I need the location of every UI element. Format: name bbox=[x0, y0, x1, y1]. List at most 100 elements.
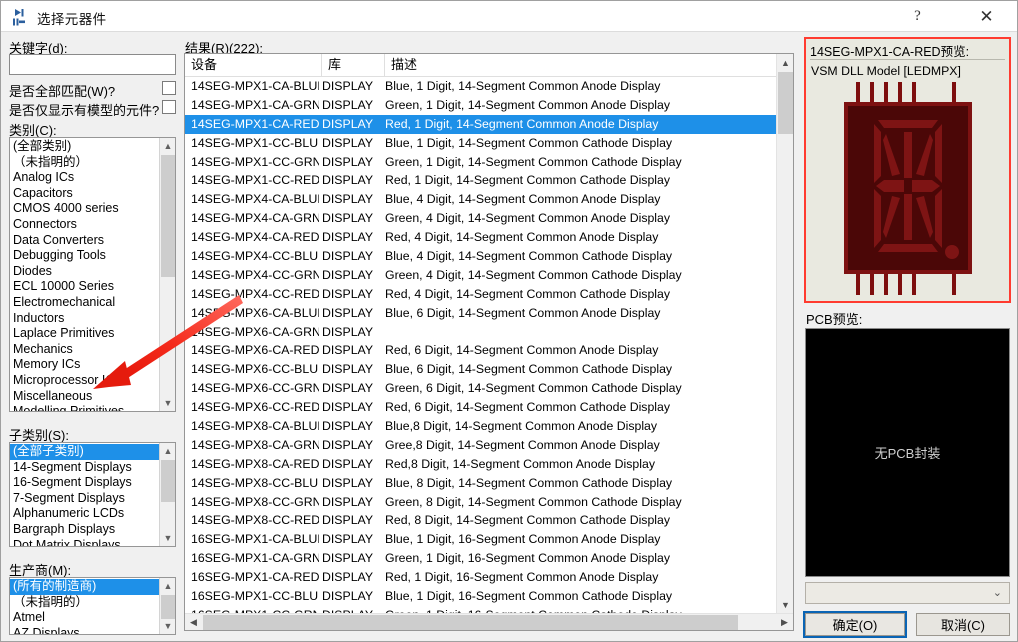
scroll-up-icon[interactable]: ▲ bbox=[160, 443, 175, 459]
table-row[interactable]: 14SEG-MPX1-CA-BLUE DISPLAY Blue, 1 Digit, … bbox=[185, 77, 778, 96]
scroll-up-icon[interactable]: ▲ bbox=[160, 138, 175, 154]
column-header-library[interactable]: 库 bbox=[322, 54, 385, 76]
category-item[interactable]: ECL 10000 Series bbox=[10, 279, 159, 295]
close-button[interactable]: ✕ bbox=[964, 1, 1009, 32]
table-row[interactable]: 14SEG-MPX4-CC-RED DISPLAY Red, 4 Digit, 14… bbox=[185, 285, 778, 304]
scroll-up-icon[interactable]: ▲ bbox=[160, 578, 175, 594]
category-item[interactable]: Debugging Tools bbox=[10, 248, 159, 264]
scrollbar-thumb[interactable] bbox=[161, 460, 175, 502]
category-listbox[interactable]: (全部类别) （未指明的） Analog ICs Capacitors CMOS 400… bbox=[9, 137, 176, 412]
table-row[interactable]: 14SEG-MPX8-CA-BLUE DISPLAY Blue,8 Digit, 1… bbox=[185, 417, 778, 436]
category-item[interactable]: Electromechanical bbox=[10, 295, 159, 311]
subcategory-item[interactable]: 14-Segment Displays bbox=[10, 460, 159, 476]
scrollbar-thumb[interactable] bbox=[203, 615, 738, 630]
scrollbar-thumb[interactable] bbox=[161, 155, 175, 277]
table-row[interactable]: 14SEG-MPX8-CC-RED DISPLAY Red, 8 Digit, 14… bbox=[185, 511, 778, 530]
table-row[interactable]: 14SEG-MPX6-CA-GRN DISPLAY bbox=[185, 323, 778, 342]
cell-device: 14SEG-MPX1-CA-RED bbox=[191, 116, 319, 131]
table-row[interactable]: 14SEG-MPX1-CC-RED DISPLAY Red, 1 Digit, 14… bbox=[185, 171, 778, 190]
table-row[interactable]: 14SEG-MPX1-CC-GRN DISPLAY Green, 1 Digit, … bbox=[185, 153, 778, 172]
manufacturer-listbox[interactable]: (所有的制造商)（未指明的）AtmelAZ DisplaysBatron ▲ ▼ bbox=[9, 577, 176, 635]
category-item[interactable]: Memory ICs bbox=[10, 357, 159, 373]
match-all-checkbox[interactable] bbox=[162, 81, 176, 95]
category-item[interactable]: Inductors bbox=[10, 311, 159, 327]
category-item[interactable]: Diodes bbox=[10, 264, 159, 280]
cell-library: DISPLAY bbox=[322, 419, 374, 434]
table-row[interactable]: 14SEG-MPX8-CA-RED DISPLAY Red,8 Digit, 14-… bbox=[185, 455, 778, 474]
subcategory-item[interactable]: (全部子类别) bbox=[10, 444, 159, 460]
results-horizontal-scrollbar[interactable]: ◀ ▶ bbox=[185, 613, 793, 630]
manufacturer-item[interactable]: (所有的制造商) bbox=[10, 579, 159, 595]
subcategory-item[interactable]: Bargraph Displays bbox=[10, 522, 159, 538]
category-item[interactable]: (全部类别) bbox=[10, 139, 159, 155]
table-row[interactable]: 14SEG-MPX8-CA-GRN DISPLAY Gree,8 Digit, 14… bbox=[185, 436, 778, 455]
cell-description: Gree,8 Digit, 14-Segment Common Anode Di… bbox=[385, 437, 660, 452]
table-row[interactable]: 14SEG-MPX4-CA-RED DISPLAY Red, 4 Digit, 14… bbox=[185, 228, 778, 247]
cancel-button[interactable]: 取消(C) bbox=[916, 613, 1010, 636]
results-listview[interactable]: 设备 库 描述 14SEG-MPX1-CA-BLUE DISPLAY Blue, 1… bbox=[184, 53, 794, 631]
subcategory-scrollbar[interactable]: ▲ ▼ bbox=[159, 443, 175, 546]
scroll-down-icon[interactable]: ▼ bbox=[777, 596, 793, 613]
table-row[interactable]: 14SEG-MPX8-CC-GRN DISPLAY Green, 8 Digit, … bbox=[185, 493, 778, 512]
subcategory-item[interactable]: Dot Matrix Displays bbox=[10, 538, 159, 546]
cell-library: DISPLAY bbox=[322, 116, 374, 131]
category-item[interactable]: （未指明的） bbox=[10, 155, 159, 171]
table-row[interactable]: 14SEG-MPX6-CA-RED DISPLAY Red, 6 Digit, 14… bbox=[185, 341, 778, 360]
table-row[interactable]: 14SEG-MPX6-CC-BLUE DISPLAY Blue, 6 Digit, … bbox=[185, 360, 778, 379]
ok-button[interactable]: 确定(O) bbox=[803, 611, 907, 638]
table-row[interactable]: 16SEG-MPX1-CA-BLUE DISPLAY Blue, 1 Digit, … bbox=[185, 530, 778, 549]
table-row[interactable]: 14SEG-MPX6-CC-GRN DISPLAY Green, 6 Digit, … bbox=[185, 379, 778, 398]
cell-description: Blue, 4 Digit, 14-Segment Common Anode D… bbox=[385, 192, 661, 207]
manufacturer-item[interactable]: Atmel bbox=[10, 610, 159, 626]
table-row[interactable]: 14SEG-MPX4-CA-GRN DISPLAY Green, 4 Digit, … bbox=[185, 209, 778, 228]
category-item[interactable]: Connectors bbox=[10, 217, 159, 233]
table-row[interactable]: 14SEG-MPX1-CA-GRN DISPLAY Green, 1 Digit, … bbox=[185, 96, 778, 115]
column-header-device[interactable]: 设备 bbox=[185, 54, 322, 76]
table-row[interactable]: 14SEG-MPX6-CC-RED DISPLAY Red, 6 Digit, 14… bbox=[185, 398, 778, 417]
scroll-down-icon[interactable]: ▼ bbox=[160, 618, 175, 634]
scrollbar-thumb[interactable] bbox=[161, 595, 175, 619]
table-row[interactable]: 16SEG-MPX1-CA-GRN DISPLAY Green, 1 Digit, … bbox=[185, 549, 778, 568]
table-row[interactable]: 14SEG-MPX4-CC-GRN DISPLAY Green, 4 Digit, … bbox=[185, 266, 778, 285]
scroll-down-icon[interactable]: ▼ bbox=[160, 395, 175, 411]
category-item[interactable]: Data Converters bbox=[10, 233, 159, 249]
table-row[interactable]: 14SEG-MPX1-CC-BLUE DISPLAY Blue, 1 Digit, … bbox=[185, 134, 778, 153]
manufacturer-scrollbar[interactable]: ▲ ▼ bbox=[159, 578, 175, 634]
table-row[interactable]: 14SEG-MPX1-CA-RED DISPLAY Red, 1 Digit, 14… bbox=[185, 114, 778, 134]
subcategory-item[interactable]: 16-Segment Displays bbox=[10, 475, 159, 491]
cell-library: DISPLAY bbox=[322, 589, 374, 604]
package-select[interactable]: ⌄ bbox=[805, 582, 1010, 604]
table-row[interactable]: 14SEG-MPX6-CA-BLUE DISPLAY Blue, 6 Digit, … bbox=[185, 304, 778, 323]
category-item[interactable]: Modelling Primitives bbox=[10, 404, 159, 411]
table-row[interactable]: 14SEG-MPX4-CC-BLUE DISPLAY Blue, 4 Digit, … bbox=[185, 247, 778, 266]
subcategory-listbox[interactable]: (全部子类别) 14-Segment Displays 16-Segment Dis… bbox=[9, 442, 176, 547]
category-item[interactable]: Capacitors bbox=[10, 186, 159, 202]
chevron-down-icon[interactable]: ⌄ bbox=[993, 586, 1002, 599]
scroll-down-icon[interactable]: ▼ bbox=[160, 530, 175, 546]
only-modeled-checkbox[interactable] bbox=[162, 100, 176, 114]
table-row[interactable]: 14SEG-MPX4-CA-BLUE DISPLAY Blue, 4 Digit, … bbox=[185, 190, 778, 209]
subcategory-item[interactable]: 7-Segment Displays bbox=[10, 491, 159, 507]
scroll-up-icon[interactable]: ▲ bbox=[777, 54, 793, 71]
scroll-right-icon[interactable]: ▶ bbox=[776, 614, 793, 630]
results-vertical-scrollbar[interactable]: ▲ ▼ bbox=[776, 54, 793, 613]
column-header-description[interactable]: 描述 bbox=[385, 54, 778, 76]
cell-device: 14SEG-MPX4-CC-GRN bbox=[191, 267, 319, 282]
scrollbar-thumb[interactable] bbox=[778, 72, 793, 134]
table-row[interactable]: 16SEG-MPX1-CC-BLUE DISPLAY Blue, 1 Digit, … bbox=[185, 587, 778, 606]
table-row[interactable]: 14SEG-MPX8-CC-BLUE DISPLAY Blue, 8 Digit, … bbox=[185, 474, 778, 493]
category-item[interactable]: Mechanics bbox=[10, 342, 159, 358]
help-button[interactable]: ? bbox=[895, 1, 940, 32]
table-row[interactable]: 16SEG-MPX1-CA-RED DISPLAY Red, 1 Digit, 16… bbox=[185, 568, 778, 587]
category-item[interactable]: CMOS 4000 series bbox=[10, 201, 159, 217]
manufacturer-item[interactable]: （未指明的） bbox=[10, 595, 159, 611]
category-item[interactable]: Analog ICs bbox=[10, 170, 159, 186]
category-item[interactable]: Laplace Primitives bbox=[10, 326, 159, 342]
manufacturer-item[interactable]: AZ Displays bbox=[10, 626, 159, 634]
category-scrollbar[interactable]: ▲ ▼ bbox=[159, 138, 175, 411]
category-item[interactable]: Microprocessor ICs bbox=[10, 373, 159, 389]
category-item[interactable]: Miscellaneous bbox=[10, 389, 159, 405]
keyword-input[interactable] bbox=[9, 54, 176, 75]
scroll-left-icon[interactable]: ◀ bbox=[185, 614, 202, 630]
subcategory-item[interactable]: Alphanumeric LCDs bbox=[10, 506, 159, 522]
